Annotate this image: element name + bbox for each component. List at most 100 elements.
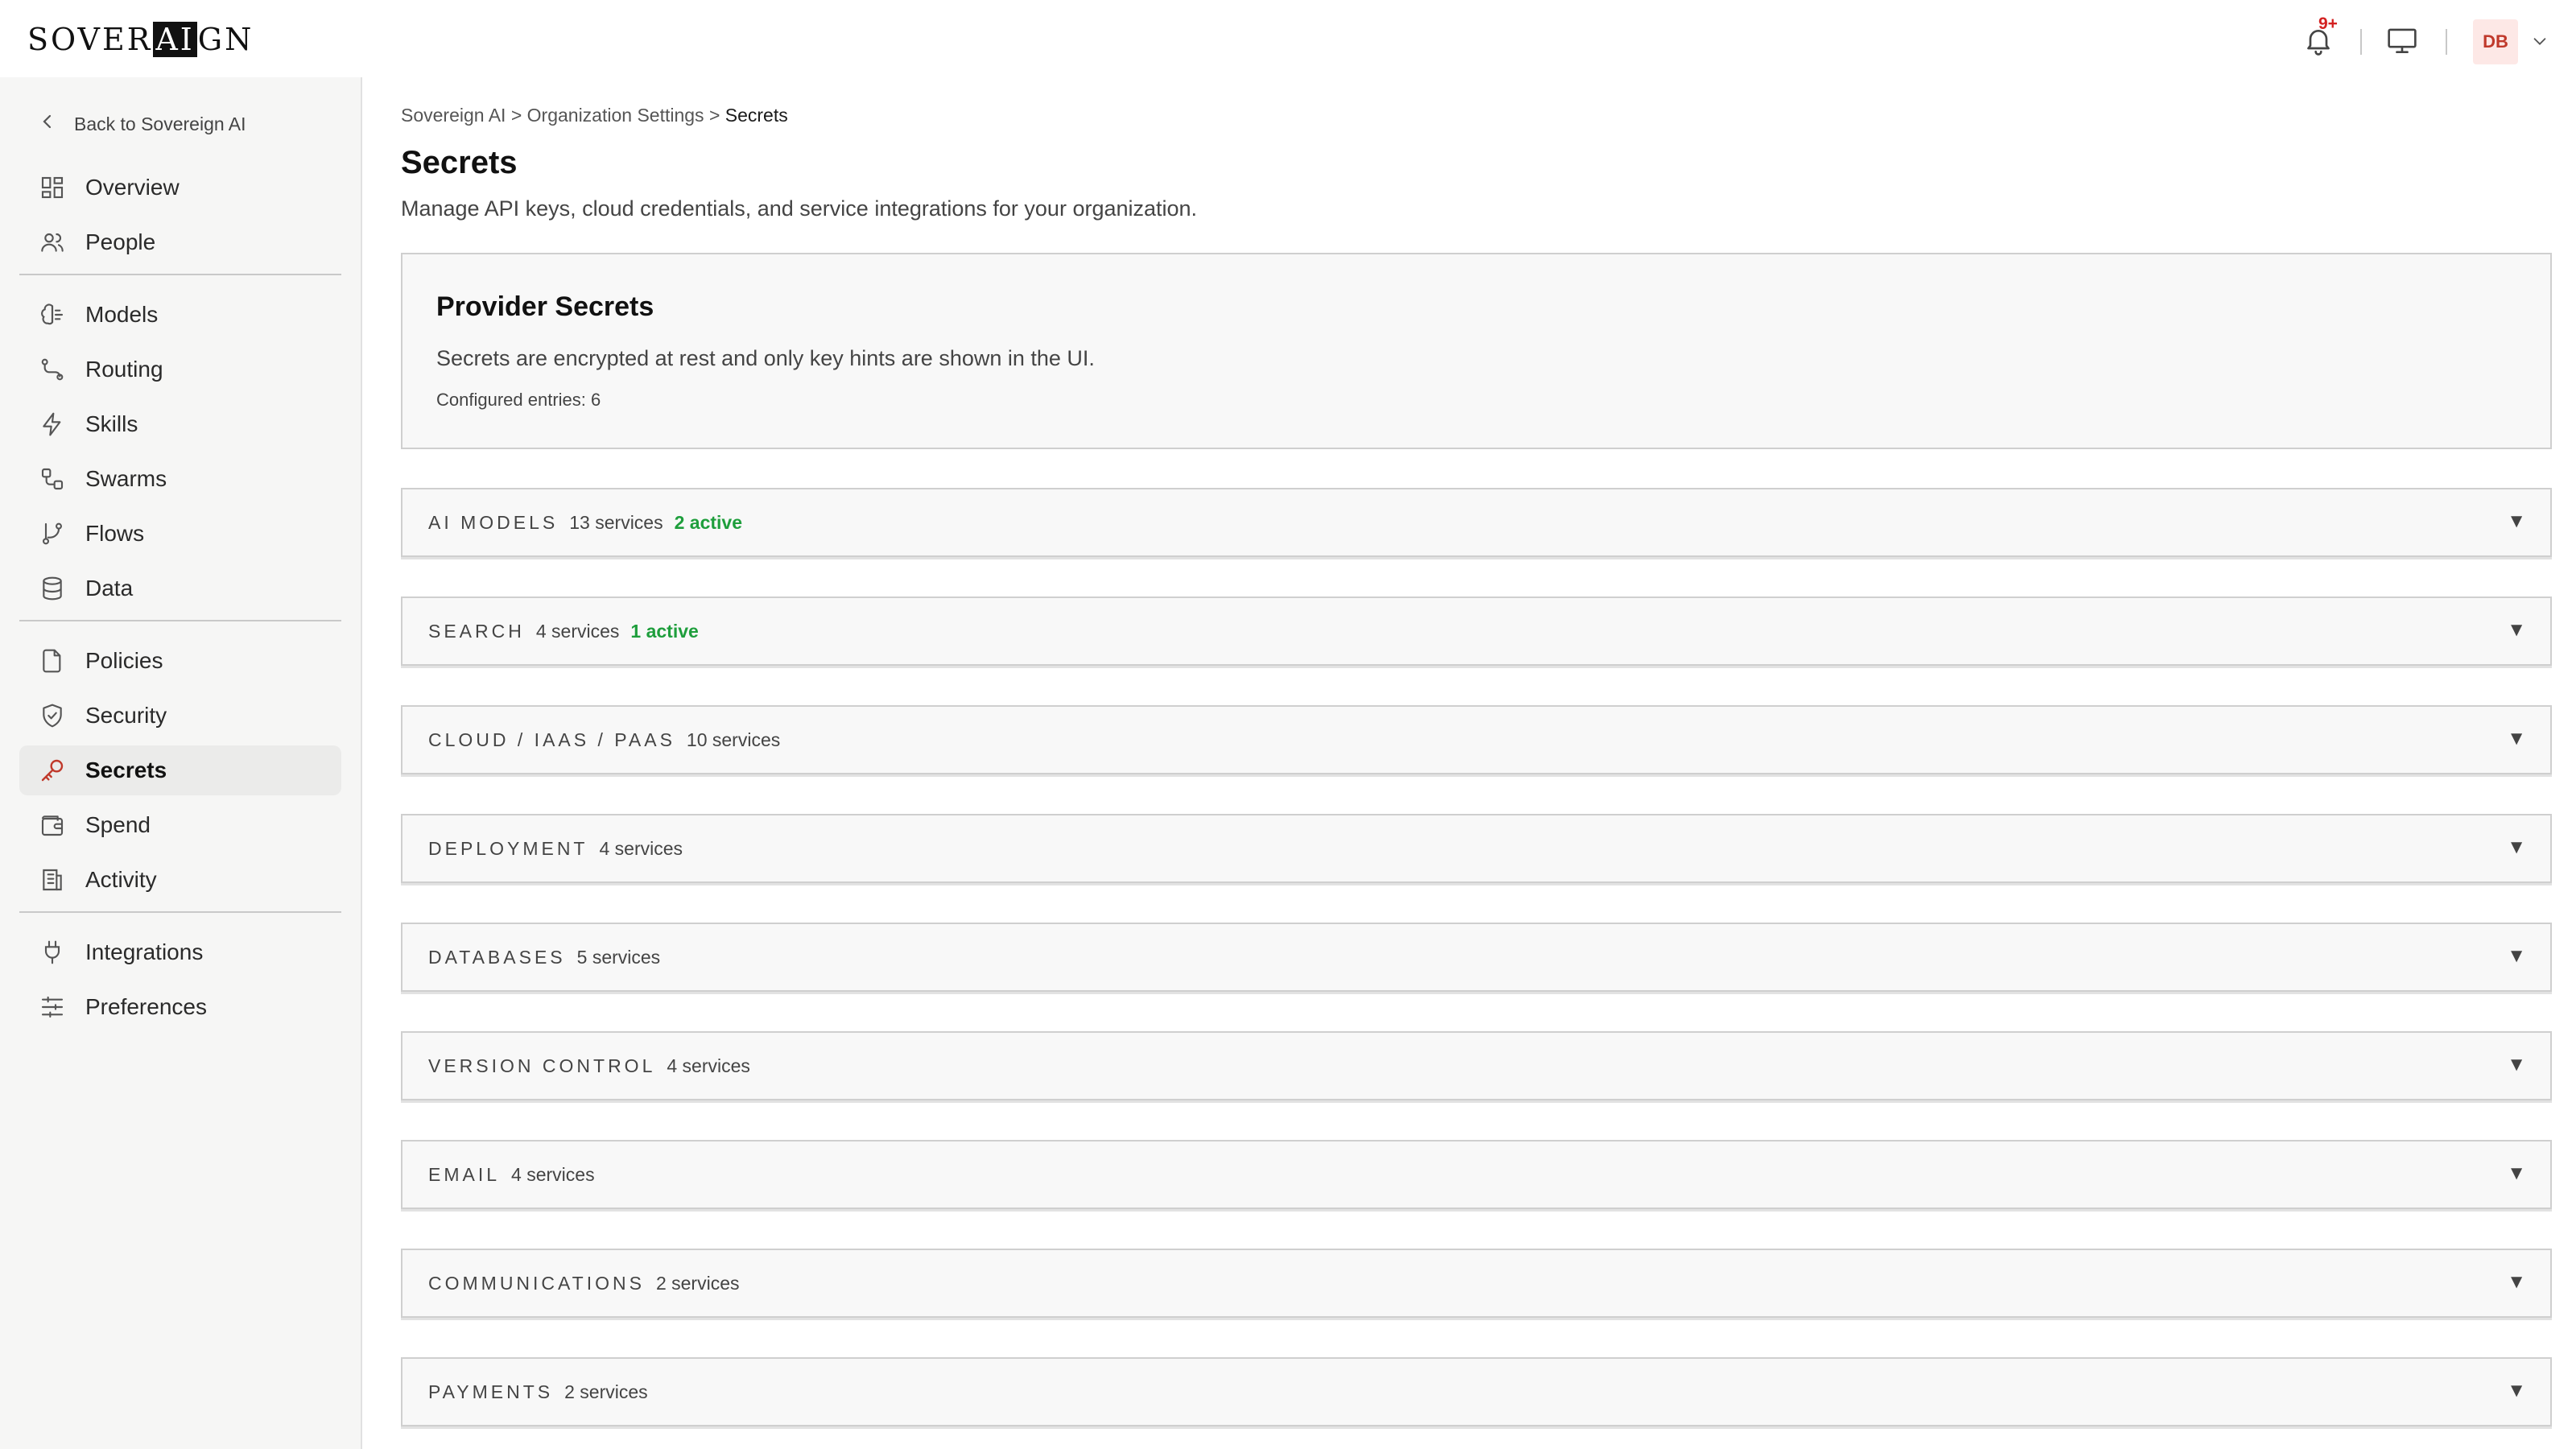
notification-badge: 9+ — [2318, 14, 2338, 33]
logo-text-ai: AI — [153, 22, 197, 57]
category-services: 13 services — [569, 512, 663, 533]
sidebar-item-spend[interactable]: Spend — [19, 800, 341, 850]
breadcrumb-separator: > — [708, 105, 720, 126]
sidebar-item-swarms[interactable]: Swarms — [19, 454, 341, 504]
document-icon — [39, 647, 66, 675]
category-name: PAYMENTS — [428, 1381, 554, 1402]
divider — [19, 911, 341, 913]
back-link[interactable]: Back to Sovereign AI — [40, 109, 246, 138]
configured-entries: Configured entries: 6 — [436, 390, 601, 410]
divider — [2446, 29, 2447, 55]
sidebar-item-label: Security — [85, 703, 167, 728]
nodes-icon — [39, 465, 66, 493]
sidebar-item-integrations[interactable]: Integrations — [19, 927, 341, 977]
avatar[interactable]: DB — [2473, 19, 2518, 64]
provider-title: Provider Secrets — [436, 291, 654, 322]
sidebar-item-label: People — [85, 229, 156, 254]
sidebar-item-people[interactable]: People — [19, 217, 341, 267]
expand-arrow-icon[interactable]: ▼ — [2507, 1380, 2526, 1402]
sidebar-item-label: Overview — [85, 175, 180, 200]
breadcrumb-item[interactable]: Sovereign AI — [401, 105, 506, 126]
top-bar: SOVER AI GN 9+ DB — [0, 0, 2576, 77]
category-name: EMAIL — [428, 1164, 501, 1185]
chevron-left-icon — [40, 113, 55, 135]
log-icon — [39, 866, 66, 894]
sidebar-item-flows[interactable]: Flows — [19, 509, 341, 559]
category-services: 4 services — [535, 621, 620, 642]
sidebar-item-label: Integrations — [85, 939, 204, 964]
sidebar-item-security[interactable]: Security — [19, 691, 341, 741]
sidebar-item-label: Activity — [85, 867, 157, 892]
provider-secrets-card: Provider Secrets Secrets are encrypted a… — [401, 253, 2552, 449]
sidebar-item-policies[interactable]: Policies — [19, 636, 341, 686]
breadcrumb: Sovereign AI > Organization Settings > S… — [401, 105, 788, 126]
sidebar-item-label: Models — [85, 302, 159, 327]
monitor-icon[interactable] — [2386, 26, 2418, 55]
route-icon — [39, 356, 66, 383]
sidebar-item-label: Secrets — [85, 758, 167, 782]
expand-arrow-icon[interactable]: ▼ — [2507, 945, 2526, 968]
back-link-label: Back to Sovereign AI — [74, 113, 246, 134]
page-title: Secrets — [401, 145, 518, 180]
sidebar-item-label: Flows — [85, 521, 145, 546]
category-communications[interactable]: COMMUNICATIONS 2 services ▼ — [401, 1249, 2552, 1318]
category-cloud[interactable]: CLOUD / IAAS / PAAS 10 services ▼ — [401, 705, 2552, 774]
category-email[interactable]: EMAIL 4 services ▼ — [401, 1140, 2552, 1209]
category-version-control[interactable]: VERSION CONTROL 4 services ▼ — [401, 1031, 2552, 1100]
category-services: 5 services — [576, 947, 661, 968]
sidebar-item-label: Skills — [85, 411, 138, 436]
breadcrumb-separator: > — [510, 105, 522, 126]
category-name: CLOUD / IAAS / PAAS — [428, 729, 675, 750]
sidebar-item-overview[interactable]: Overview — [19, 163, 341, 213]
sidebar-item-preferences[interactable]: Preferences — [19, 982, 341, 1032]
logo-text-post: GN — [197, 22, 254, 57]
expand-arrow-icon[interactable]: ▼ — [2507, 836, 2526, 859]
category-payments[interactable]: PAYMENTS 2 services ▼ — [401, 1357, 2552, 1426]
category-active: 2 active — [674, 512, 742, 533]
breadcrumb-current: Secrets — [724, 105, 788, 126]
provider-description: Secrets are encrypted at rest and only k… — [436, 346, 1095, 370]
category-deployment[interactable]: DEPLOYMENT 4 services ▼ — [401, 814, 2552, 883]
lightning-icon — [39, 411, 66, 438]
category-name: AI MODELS — [428, 512, 559, 533]
sidebar-item-label: Swarms — [85, 466, 167, 491]
page-subtitle: Manage API keys, cloud credentials, and … — [401, 196, 1198, 221]
logo[interactable]: SOVER AI GN — [27, 21, 254, 58]
sidebar-item-label: Routing — [85, 357, 163, 382]
branch-icon — [39, 520, 66, 547]
category-name: DATABASES — [428, 947, 566, 968]
category-search[interactable]: SEARCH 4 services 1 active ▼ — [401, 597, 2552, 666]
grid-icon — [39, 174, 66, 201]
key-icon — [39, 757, 66, 784]
category-services: 4 services — [599, 838, 683, 859]
category-name: DEPLOYMENT — [428, 838, 588, 859]
sidebar-item-label: Policies — [85, 648, 163, 673]
sidebar-item-data[interactable]: Data — [19, 564, 341, 613]
sidebar-item-skills[interactable]: Skills — [19, 399, 341, 449]
sidebar-item-label: Spend — [85, 812, 151, 837]
category-name: COMMUNICATIONS — [428, 1273, 645, 1294]
category-ai-models[interactable]: AI MODELS 13 services 2 active ▼ — [401, 488, 2552, 557]
expand-arrow-icon[interactable]: ▼ — [2507, 1271, 2526, 1294]
database-icon — [39, 575, 66, 602]
sidebar-item-activity[interactable]: Activity — [19, 855, 341, 905]
category-services: 4 services — [511, 1164, 595, 1185]
sidebar-item-label: Preferences — [85, 994, 207, 1019]
category-active: 1 active — [630, 621, 699, 642]
expand-arrow-icon[interactable]: ▼ — [2507, 1054, 2526, 1076]
logo-text-pre: SOVER — [27, 22, 153, 57]
category-databases[interactable]: DATABASES 5 services ▼ — [401, 923, 2552, 992]
shield-icon — [39, 702, 66, 729]
expand-arrow-icon[interactable]: ▼ — [2507, 728, 2526, 750]
expand-arrow-icon[interactable]: ▼ — [2507, 510, 2526, 533]
sliders-icon — [39, 993, 66, 1021]
expand-arrow-icon[interactable]: ▼ — [2507, 1162, 2526, 1185]
breadcrumb-item[interactable]: Organization Settings — [527, 105, 704, 126]
sidebar-item-routing[interactable]: Routing — [19, 345, 341, 394]
sidebar-item-models[interactable]: Models — [19, 290, 341, 340]
chevron-down-icon[interactable] — [2531, 32, 2549, 50]
sidebar-item-secrets[interactable]: Secrets — [19, 745, 341, 795]
expand-arrow-icon[interactable]: ▼ — [2507, 619, 2526, 642]
divider — [19, 274, 341, 275]
category-name: VERSION CONTROL — [428, 1055, 656, 1076]
